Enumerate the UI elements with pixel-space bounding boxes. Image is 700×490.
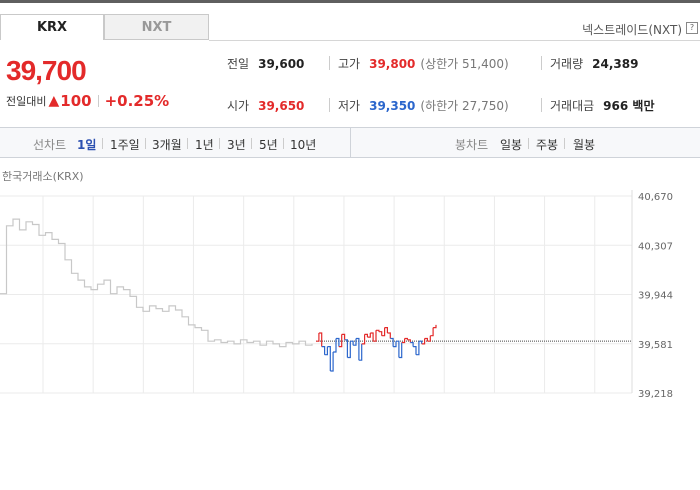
today-price-segment xyxy=(344,339,348,358)
y-tick-label: 40,670 xyxy=(638,192,673,203)
y-tick-label: 39,218 xyxy=(638,389,673,400)
today-price-segment xyxy=(333,338,337,353)
today-price-segment xyxy=(410,341,414,347)
prior-price-line xyxy=(0,218,313,348)
today-price-segment xyxy=(321,346,326,355)
y-tick-label: 39,581 xyxy=(638,340,673,351)
price-chart: 40,670 40,307 39,944 39,581 39,218 xyxy=(0,190,673,400)
today-price-segment xyxy=(378,331,383,336)
today-price-segment xyxy=(316,333,320,342)
today-price-segment xyxy=(390,337,394,347)
today-price-segment xyxy=(430,327,434,337)
today-price-segment xyxy=(401,338,406,344)
y-tick-label: 39,944 xyxy=(638,291,673,302)
today-price-segment xyxy=(387,332,391,339)
today-price-segment xyxy=(413,346,417,355)
today-price-segment xyxy=(433,324,437,329)
y-tick-label: 40,307 xyxy=(638,241,673,252)
today-price-segment xyxy=(361,334,366,345)
